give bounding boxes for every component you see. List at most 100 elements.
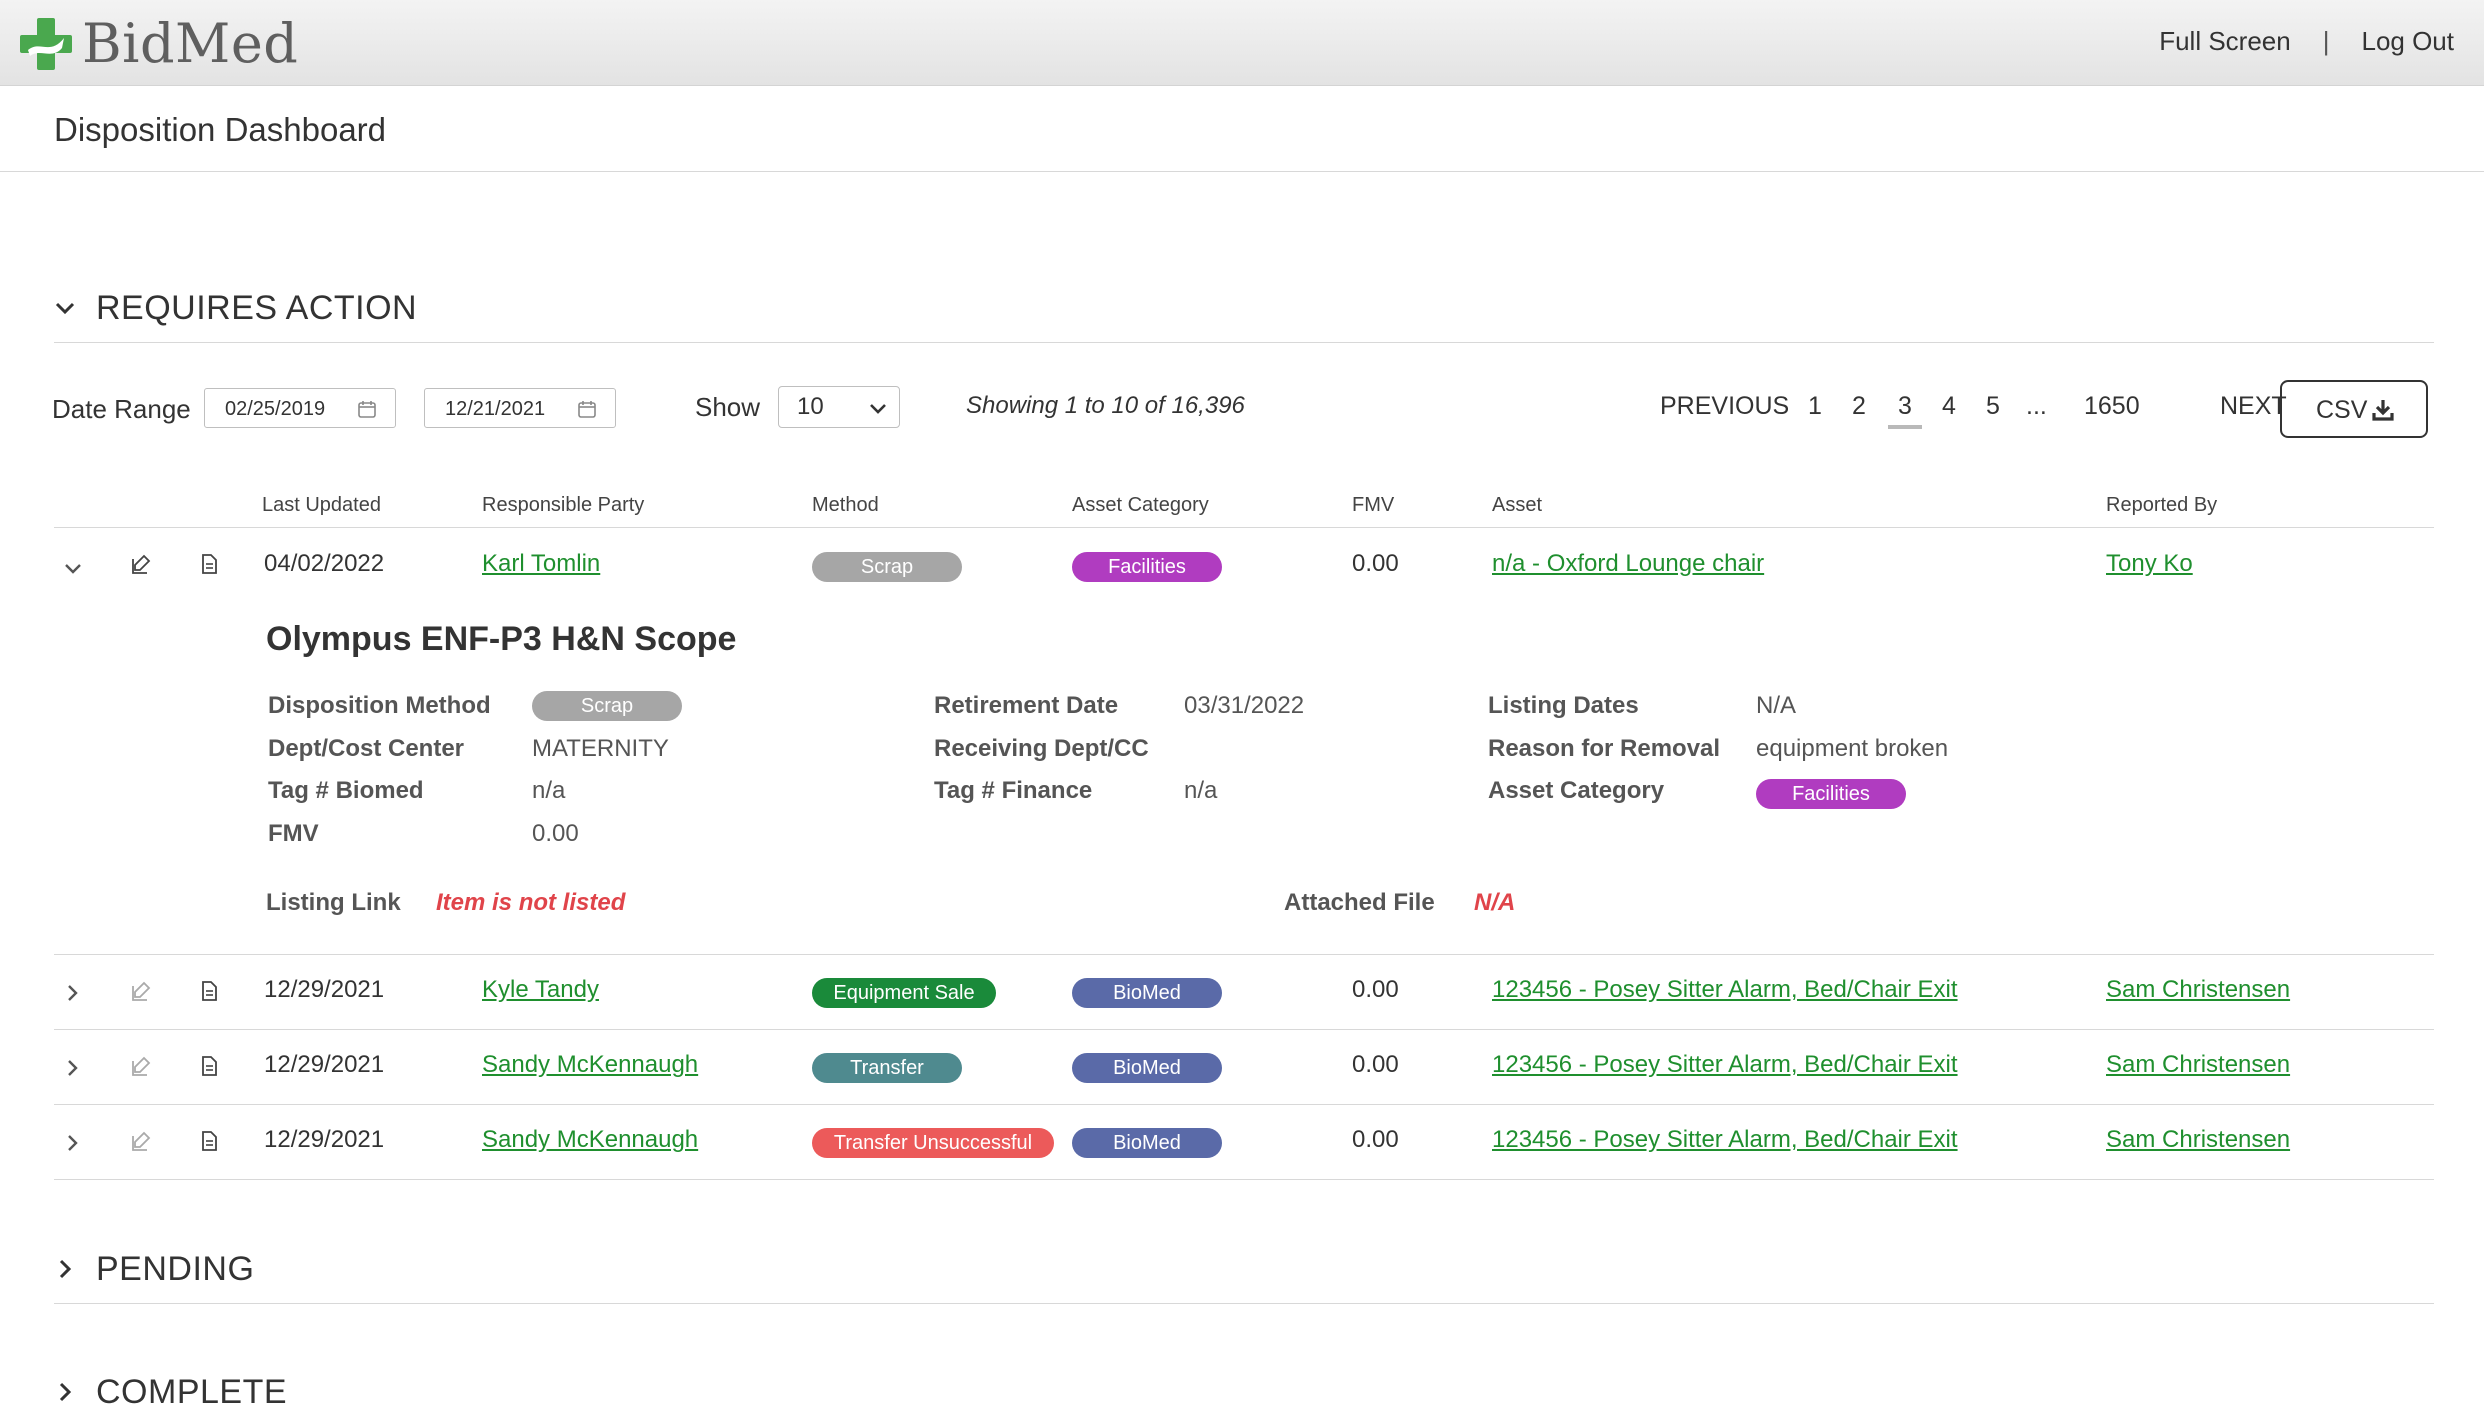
show-label: Show — [695, 392, 761, 422]
cell-fmv: 0.00 — [1352, 1051, 1399, 1078]
date-to-field[interactable]: 12/21/2021 — [424, 388, 616, 428]
table-row: 12/29/2021 Sandy McKennaugh Transfer Bio… — [54, 1031, 2434, 1105]
pagination-next[interactable]: NEXT — [2220, 392, 2287, 421]
show-select-value: 10 — [797, 393, 824, 420]
date-to-value: 12/21/2021 — [445, 398, 546, 420]
cell-asset-link[interactable]: 123456 - Posey Sitter Alarm, Bed/Chair E… — [1492, 1126, 1958, 1154]
showing-count: Showing 1 to 10 of 16,396 — [966, 392, 1245, 419]
cell-responsible-party-link[interactable]: Sandy McKennaugh — [482, 1126, 698, 1154]
logo[interactable]: BidMed — [18, 14, 298, 74]
cell-fmv: 0.00 — [1352, 976, 1399, 1003]
section-requires-action[interactable]: REQUIRES ACTION — [54, 283, 2434, 343]
csv-label: CSV — [2316, 396, 2368, 424]
detail-label-disposition-method: Disposition Method — [268, 692, 491, 719]
chevron-down-icon — [55, 302, 75, 315]
column-header-asset-category[interactable]: Asset Category — [1072, 494, 1209, 517]
top-links-separator: | — [2322, 26, 2330, 56]
row-divider — [54, 1029, 2434, 1030]
chevron-down-icon[interactable] — [62, 558, 84, 580]
full-screen-link[interactable]: Full Screen — [2159, 26, 2291, 57]
top-links: Full Screen | Log Out — [2159, 26, 2454, 57]
document-icon[interactable] — [198, 980, 220, 1002]
column-header-fmv[interactable]: FMV — [1352, 494, 1394, 517]
chevron-right-icon[interactable] — [62, 982, 84, 1004]
cell-asset-link[interactable]: 123456 - Posey Sitter Alarm, Bed/Chair E… — [1492, 976, 1958, 1004]
detail-disposition-method-badge: Scrap — [532, 691, 682, 721]
cell-responsible-party-link[interactable]: Kyle Tandy — [482, 976, 599, 1004]
csv-export-button[interactable]: CSV — [2280, 380, 2428, 438]
edit-icon[interactable] — [130, 1130, 152, 1152]
detail-reason-for-removal: equipment broken — [1756, 735, 1949, 762]
column-header-responsible-party[interactable]: Responsible Party — [482, 494, 644, 517]
column-header-reported-by[interactable]: Reported By — [2106, 494, 2217, 517]
cell-responsible-party-link[interactable]: Karl Tomlin — [482, 550, 600, 578]
column-header-last-updated[interactable]: Last Updated — [262, 494, 381, 517]
chevron-right-icon[interactable] — [62, 1057, 84, 1079]
pagination-page[interactable]: 1 — [1808, 392, 1822, 421]
cell-reported-by-link[interactable]: Tony Ko — [2106, 550, 2193, 578]
document-icon[interactable] — [198, 1130, 220, 1152]
section-pending[interactable]: PENDING — [54, 1244, 2434, 1304]
detail-listing-link-status: Item is not listed — [436, 889, 626, 916]
category-badge: BioMed — [1072, 978, 1222, 1008]
method-badge: Equipment Sale — [812, 978, 996, 1008]
logo-text: BidMed — [82, 12, 299, 75]
section-complete[interactable]: COMPLETE — [54, 1367, 2434, 1412]
edit-icon[interactable] — [130, 980, 152, 1002]
detail-listing-dates: N/A — [1756, 692, 1797, 719]
chevron-down-icon — [870, 404, 886, 414]
detail-label-attached-file: Attached File — [1284, 889, 1435, 916]
cell-responsible-party-link[interactable]: Sandy McKennaugh — [482, 1051, 698, 1079]
column-header-asset[interactable]: Asset — [1492, 494, 1542, 517]
pagination-page[interactable]: 4 — [1942, 392, 1956, 421]
cell-fmv: 0.00 — [1352, 550, 1399, 577]
cell-reported-by-link[interactable]: Sam Christensen — [2106, 1051, 2290, 1079]
detail-label-dept-cost-center: Dept/Cost Center — [268, 735, 465, 762]
chevron-right-icon[interactable] — [62, 1132, 84, 1154]
cell-asset-link[interactable]: n/a - Oxford Lounge chair — [1492, 550, 1764, 578]
document-icon[interactable] — [198, 1055, 220, 1077]
plus-cross-logo-icon — [20, 18, 72, 70]
cell-last-updated: 12/29/2021 — [264, 1051, 385, 1078]
detail-dept-cost-center: MATERNITY — [532, 735, 669, 762]
log-out-link[interactable]: Log Out — [2361, 26, 2454, 57]
section-title: PENDING — [96, 1250, 255, 1288]
show-select[interactable]: 10 — [778, 386, 900, 428]
pagination-page-current[interactable]: 3 — [1888, 392, 1922, 429]
calendar-icon[interactable] — [357, 399, 377, 419]
pagination-page[interactable]: 2 — [1852, 392, 1866, 421]
pagination-previous[interactable]: PREVIOUS — [1660, 392, 1789, 421]
row-divider — [54, 1179, 2434, 1180]
page-title: Disposition Dashboard — [54, 111, 387, 148]
cell-last-updated: 04/02/2022 — [264, 550, 385, 577]
document-icon[interactable] — [198, 553, 220, 575]
section-title: REQUIRES ACTION — [96, 289, 418, 327]
chevron-right-icon — [59, 1382, 72, 1402]
date-from-field[interactable]: 02/25/2019 — [204, 388, 396, 428]
detail-label-tag-finance: Tag # Finance — [934, 777, 1093, 804]
pagination-ellipsis: ... — [2026, 392, 2047, 420]
detail-label-listing-link: Listing Link — [266, 889, 401, 916]
detail-tag-biomed: n/a — [532, 777, 566, 804]
detail-label-retirement-date: Retirement Date — [934, 692, 1119, 719]
date-from-value: 02/25/2019 — [225, 398, 326, 420]
cell-fmv: 0.00 — [1352, 1126, 1399, 1153]
top-bar: BidMed Full Screen | Log Out — [0, 0, 2484, 86]
detail-tag-finance: n/a — [1184, 777, 1218, 804]
detail-label-listing-dates: Listing Dates — [1488, 692, 1639, 719]
cell-reported-by-link[interactable]: Sam Christensen — [2106, 1126, 2290, 1154]
row-divider — [54, 1104, 2434, 1105]
detail-title: Olympus ENF-P3 H&N Scope — [266, 620, 737, 658]
pagination-page[interactable]: 5 — [1986, 392, 2000, 421]
edit-icon[interactable] — [130, 553, 152, 575]
pagination-page[interactable]: 1650 — [2084, 392, 2140, 421]
cell-last-updated: 12/29/2021 — [264, 1126, 385, 1153]
edit-icon[interactable] — [130, 1055, 152, 1077]
detail-asset-category-badge: Facilities — [1756, 779, 1906, 809]
column-header-method[interactable]: Method — [812, 494, 879, 517]
calendar-icon[interactable] — [577, 399, 597, 419]
cell-reported-by-link[interactable]: Sam Christensen — [2106, 976, 2290, 1004]
cell-asset-link[interactable]: 123456 - Posey Sitter Alarm, Bed/Chair E… — [1492, 1051, 1958, 1079]
category-badge: Facilities — [1072, 552, 1222, 582]
detail-label-fmv: FMV — [268, 820, 319, 847]
